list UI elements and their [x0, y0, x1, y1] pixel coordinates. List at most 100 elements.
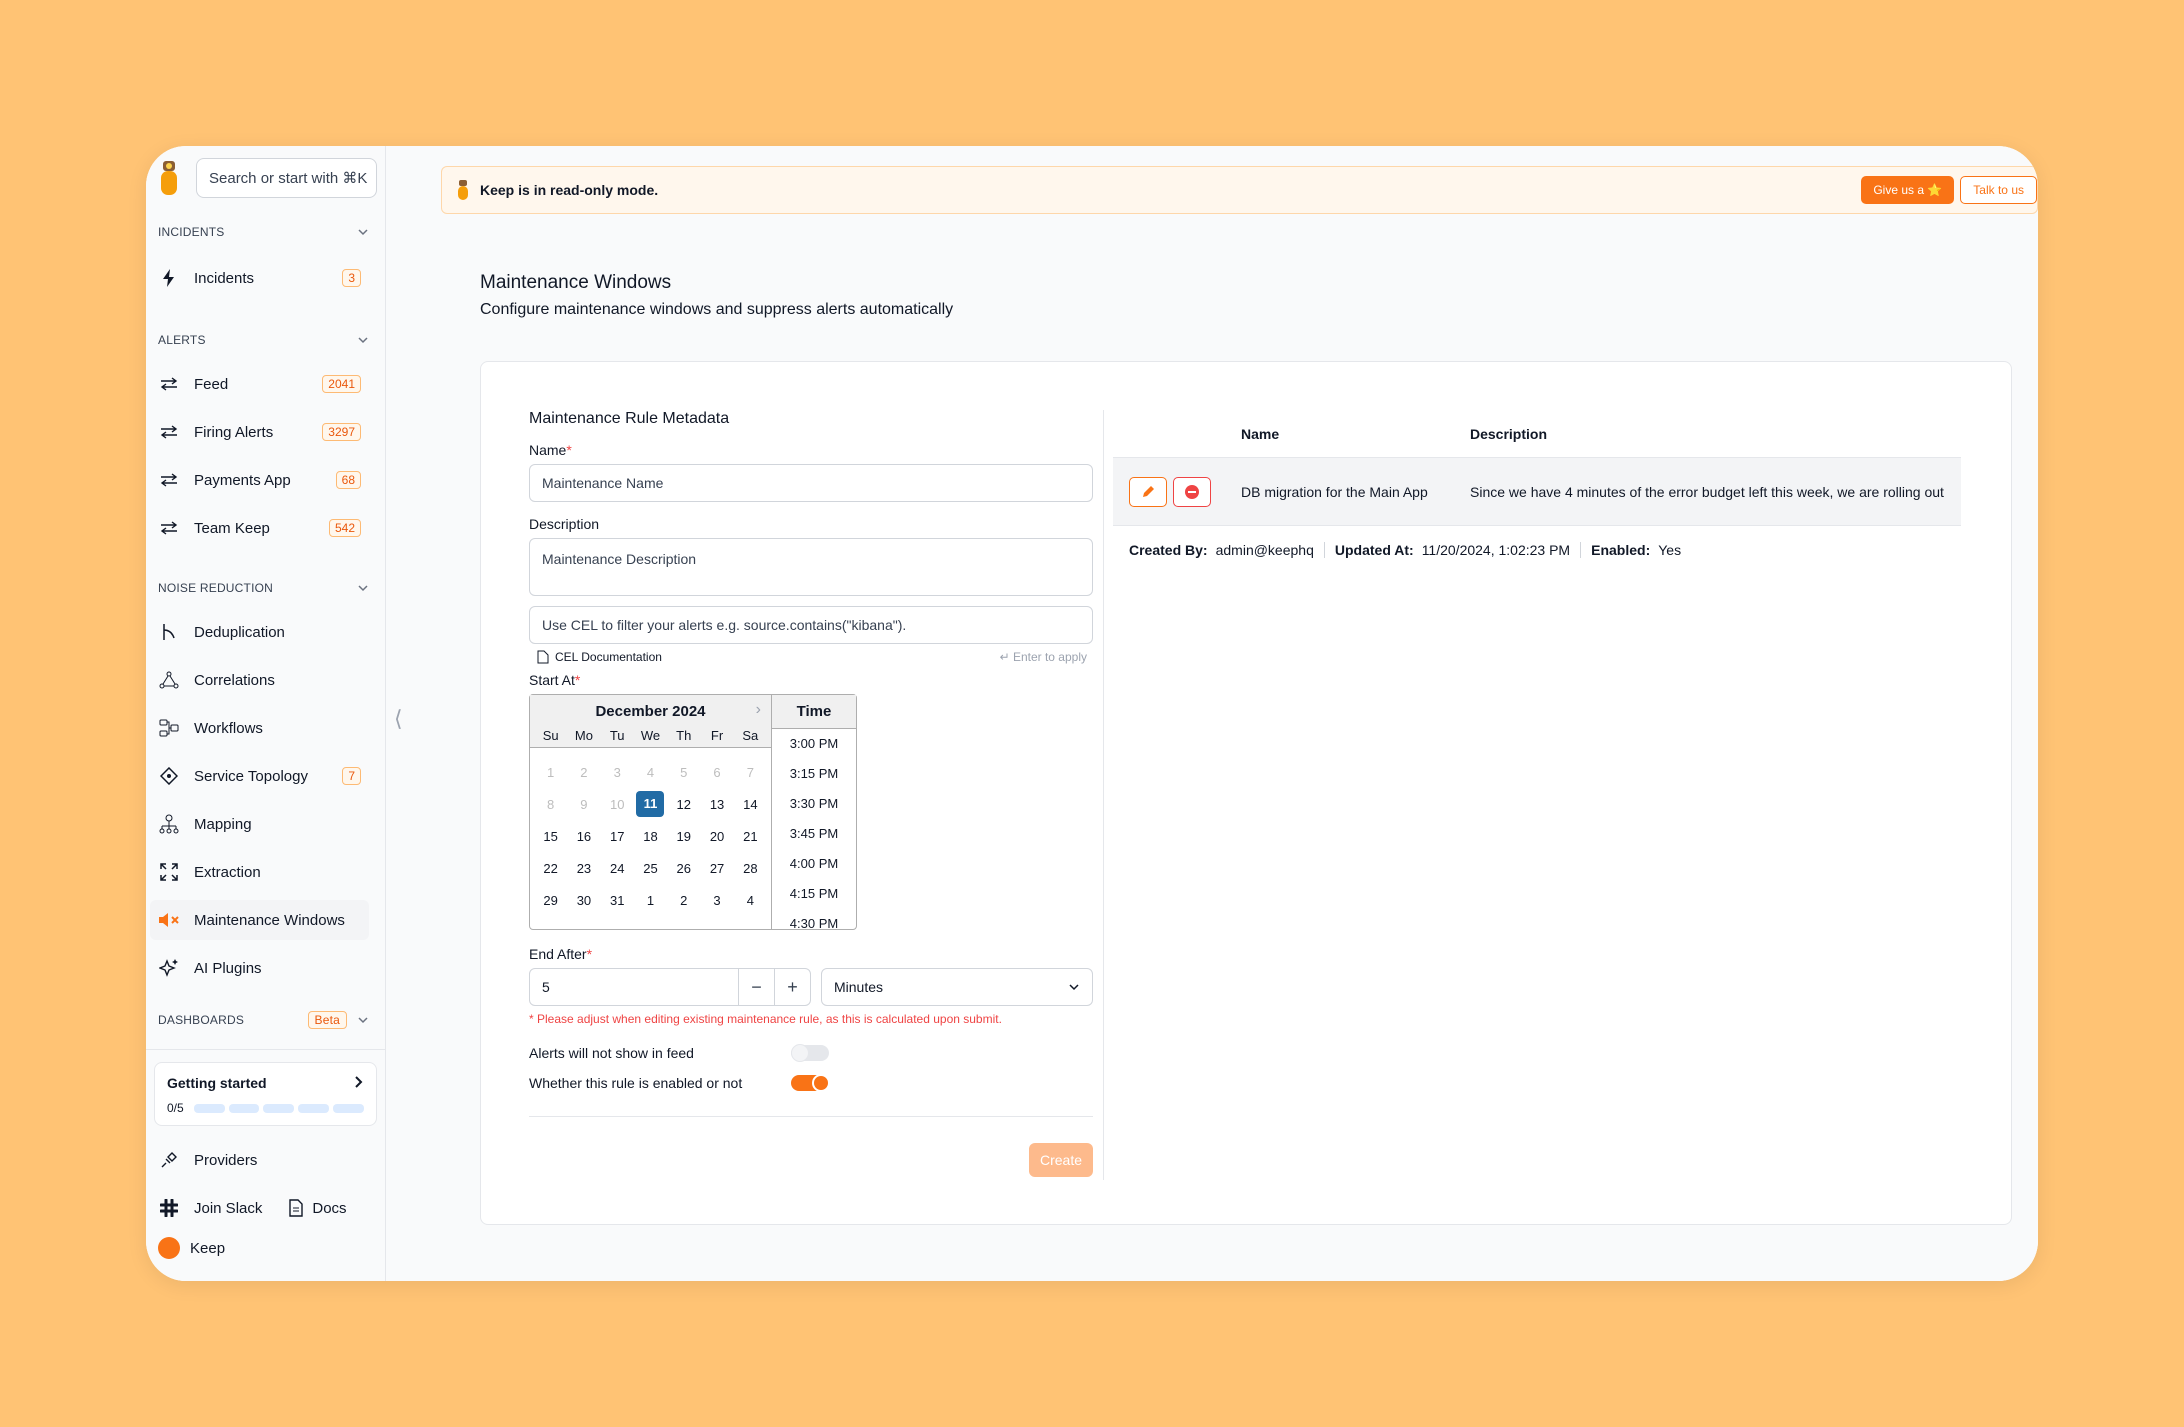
- calendar-day[interactable]: 30: [570, 893, 598, 908]
- docs-link[interactable]: Docs: [312, 1200, 346, 1217]
- time-option[interactable]: 3:00 PM: [772, 729, 856, 759]
- date-time-picker[interactable]: December 2024 › Su Mo Tu We Th Fr Sa 123456789…: [529, 694, 857, 931]
- sidebar-item-correlations[interactable]: Correlations: [150, 660, 369, 700]
- calendar: December 2024 › Su Mo Tu We Th Fr Sa 123456789…: [530, 695, 772, 929]
- calendar-day[interactable]: 21: [736, 829, 764, 844]
- unit-select[interactable]: Minutes: [821, 968, 1093, 1006]
- search-input[interactable]: Search or start with ⌘K: [196, 158, 377, 198]
- required-mark: *: [566, 442, 572, 458]
- table-row[interactable]: DB migration for the Main App Since we h…: [1113, 458, 1961, 526]
- keep-logo-icon[interactable]: [154, 157, 184, 199]
- enabled-toggle[interactable]: [791, 1074, 830, 1092]
- arrows-icon: [158, 517, 180, 539]
- time-option[interactable]: 3:45 PM: [772, 819, 856, 849]
- maintenance-table: Name Description DB migration for the Ma…: [1113, 410, 1961, 558]
- cel-filter-input[interactable]: Use CEL to filter your alerts e.g. sourc…: [529, 606, 1093, 644]
- time-option[interactable]: 3:15 PM: [772, 759, 856, 789]
- sidebar-item-label: Deduplication: [194, 623, 285, 641]
- pencil-icon: [1143, 485, 1154, 497]
- sidebar-item-incidents[interactable]: Incidents 3: [150, 258, 369, 298]
- suppress-feed-toggle[interactable]: [791, 1044, 829, 1062]
- sidebar-item-feed[interactable]: Feed 2041: [150, 364, 369, 404]
- description-textarea[interactable]: Maintenance Description: [529, 538, 1093, 596]
- sidebar-item-label: Feed: [194, 375, 229, 393]
- decrement-button[interactable]: −: [738, 969, 774, 1005]
- sidebar-item-firing-alerts[interactable]: Firing Alerts 3297: [150, 412, 369, 452]
- give-star-button[interactable]: Give us a ⭐: [1861, 176, 1955, 204]
- dashboards-section-header[interactable]: DASHBOARDS Beta: [146, 1010, 385, 1030]
- calendar-day: 10: [609, 796, 625, 812]
- sidebar-item-maintenance-windows[interactable]: Maintenance Windows: [150, 900, 369, 940]
- day-of-week: Tu: [609, 728, 625, 743]
- end-after-input[interactable]: 5: [530, 969, 738, 1005]
- page-subtitle: Configure maintenance windows and suppre…: [480, 301, 954, 318]
- calendar-day[interactable]: 26: [670, 861, 698, 876]
- calendar-day[interactable]: 17: [603, 829, 631, 844]
- time-option[interactable]: 4:15 PM: [772, 879, 856, 909]
- name-label-text: Name: [529, 442, 567, 458]
- progress-segment: [193, 1103, 225, 1113]
- calendar-day[interactable]: 4: [736, 893, 764, 908]
- sidebar-item-payments-app[interactable]: Payments App 68: [150, 460, 369, 500]
- calendar-day[interactable]: 2: [670, 893, 698, 908]
- name-input[interactable]: Maintenance Name: [529, 464, 1093, 502]
- cel-documentation-link[interactable]: CEL Documentation: [537, 650, 662, 664]
- sidebar-item-mapping[interactable]: Mapping: [150, 804, 369, 844]
- calendar-day[interactable]: 31: [603, 893, 631, 908]
- join-slack-link[interactable]: Join Slack: [194, 1200, 262, 1217]
- document-icon: [537, 650, 549, 664]
- time-option[interactable]: 4:00 PM: [772, 849, 856, 879]
- incidents-section-header[interactable]: INCIDENTS: [146, 222, 385, 242]
- updated-at-value: 11/20/2024, 1:02:23 PM: [1421, 542, 1571, 558]
- calendar-day[interactable]: 19: [670, 829, 698, 844]
- calendar-day[interactable]: 15: [537, 829, 565, 844]
- calendar-day[interactable]: 12: [670, 797, 698, 812]
- calendar-month: December 2024: [595, 703, 706, 720]
- calendar-day[interactable]: 27: [703, 861, 731, 876]
- calendar-day: 6: [713, 764, 721, 780]
- sidebar-item-service-topology[interactable]: Service Topology 7: [150, 756, 369, 796]
- alerts-section-header[interactable]: ALERTS: [146, 330, 385, 350]
- next-month-icon[interactable]: ›: [756, 701, 761, 719]
- calendar-day[interactable]: 3: [703, 893, 731, 908]
- calendar-day[interactable]: 28: [736, 861, 764, 876]
- end-after-label: End After*: [529, 946, 1093, 962]
- calendar-day[interactable]: 24: [603, 861, 631, 876]
- time-list: Time 3:00 PM 3:15 PM 3:30 PM 3:45 PM 4:00 PM…: [772, 695, 856, 931]
- edit-button[interactable]: [1129, 476, 1167, 507]
- sidebar-item-ai-plugins[interactable]: AI Plugins: [150, 948, 369, 988]
- calendar-day[interactable]: 20: [703, 829, 731, 844]
- avatar[interactable]: [158, 1237, 180, 1259]
- time-option[interactable]: 3:30 PM: [772, 789, 856, 819]
- calendar-day[interactable]: 11: [636, 791, 665, 817]
- calendar-day[interactable]: 18: [636, 829, 664, 844]
- sidebar-item-providers[interactable]: Providers: [146, 1140, 385, 1180]
- calendar-day[interactable]: 25: [636, 861, 664, 876]
- calendar-day[interactable]: 16: [570, 829, 598, 844]
- sidebar-item-extraction[interactable]: Extraction: [150, 852, 369, 892]
- calendar-day[interactable]: 22: [537, 861, 565, 876]
- sidebar-item-workflows[interactable]: Workflows: [150, 708, 369, 748]
- collapse-sidebar-icon[interactable]: ⟨: [394, 706, 403, 732]
- calendar-day: 2: [580, 764, 588, 780]
- calendar-day[interactable]: 13: [703, 797, 731, 812]
- create-button[interactable]: Create: [1029, 1143, 1093, 1177]
- sidebar-item-deduplication[interactable]: Deduplication: [150, 612, 369, 652]
- column-divider: [1103, 410, 1104, 1180]
- calendar-day[interactable]: 23: [570, 861, 598, 876]
- calendar-day[interactable]: 29: [537, 893, 565, 908]
- column-header-name[interactable]: Name: [1241, 426, 1470, 442]
- increment-button[interactable]: +: [774, 969, 810, 1005]
- delete-button[interactable]: [1173, 476, 1211, 507]
- count-badge: 68: [335, 471, 361, 489]
- calendar-day[interactable]: 1: [636, 893, 664, 908]
- column-header-description[interactable]: Description: [1470, 426, 1547, 442]
- time-option[interactable]: 4:30 PM: [772, 909, 856, 939]
- sidebar-item-team-keep[interactable]: Team Keep 542: [150, 508, 369, 548]
- name-label: Name*: [529, 442, 1093, 458]
- calendar-day[interactable]: 14: [736, 797, 764, 812]
- noise-reduction-section-header[interactable]: NOISE REDUCTION: [146, 578, 385, 598]
- getting-started-card[interactable]: Getting started 0/5: [154, 1062, 377, 1126]
- talk-to-us-button[interactable]: Talk to us: [1960, 176, 2037, 204]
- enabled-meta-label: Enabled:: [1591, 542, 1651, 558]
